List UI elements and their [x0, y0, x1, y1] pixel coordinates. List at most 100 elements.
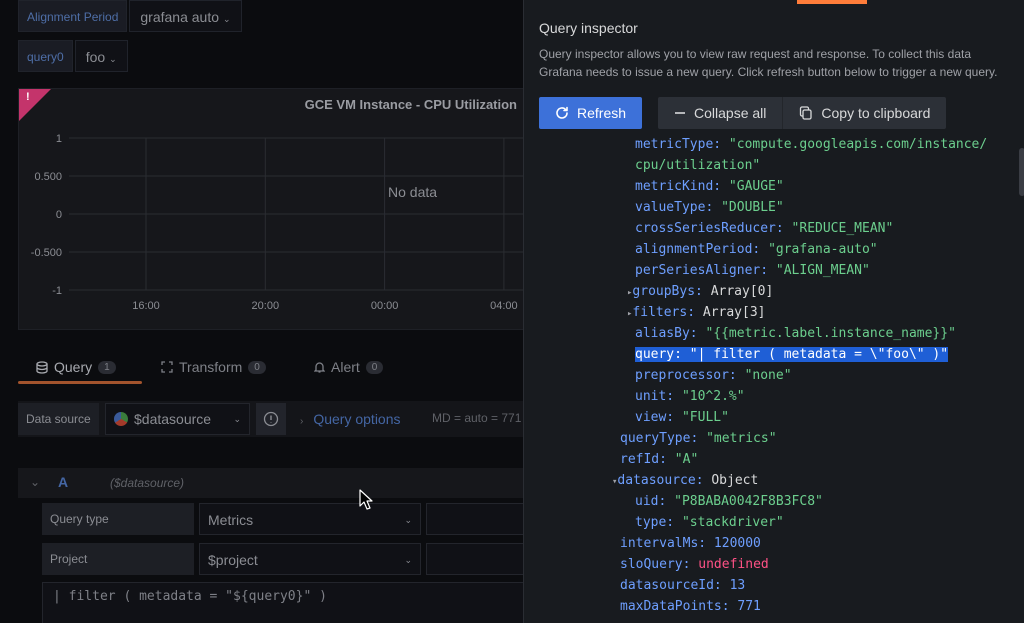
json-key: unit: — [635, 389, 682, 404]
query-row-header[interactable]: ⌄ A ($datasource) — [18, 468, 523, 498]
json-key: query: — [635, 347, 690, 362]
y-tick-label: -0.500 — [31, 247, 62, 259]
dashboard-editor-backdrop: Alignment Period grafana auto ⌄ query0 fo… — [0, 0, 523, 623]
tab-label: Alert — [331, 359, 360, 375]
json-value: "FULL" — [681, 410, 729, 425]
json-key: maxDataPoints: — [620, 599, 738, 614]
chevron-down-icon: ⌄ — [223, 14, 231, 24]
json-value: "| filter ( metadata = \"foo\" )" — [689, 347, 949, 362]
tab-transform[interactable]: Transform 0 — [161, 350, 266, 384]
datasource-row: Data source $datasource ⌄ › Query options… — [18, 401, 523, 437]
bell-icon — [314, 362, 325, 373]
transform-icon — [161, 361, 173, 373]
query-options-toggle[interactable]: › Query options — [300, 403, 401, 435]
json-key: aliasBy: — [635, 326, 706, 341]
copy-to-clipboard-button[interactable]: Copy to clipboard — [783, 97, 947, 129]
query-ref-id[interactable]: A — [58, 474, 68, 490]
json-value: "REDUCE_MEAN" — [791, 221, 894, 236]
tab-count: 0 — [365, 360, 384, 374]
scrollbar-thumb[interactable] — [1019, 148, 1024, 196]
y-tick-label: -1 — [52, 285, 62, 297]
json-key: perSeriesAligner: — [635, 263, 776, 278]
chevron-down-icon: ⌄ — [404, 555, 412, 565]
json-key: queryType: — [620, 431, 707, 446]
tab-count: 0 — [248, 360, 266, 374]
grafana-app: Alignment Period grafana auto ⌄ query0 fo… — [0, 0, 1024, 623]
json-key: metricKind: — [635, 179, 729, 194]
json-value: Object — [711, 473, 759, 488]
datasource-label: Data source — [18, 403, 99, 435]
text-selection: query: "| filter ( metadata = \"foo\" )" — [635, 347, 949, 362]
chevron-down-icon: ⌄ — [233, 413, 241, 424]
json-key: filters: — [632, 305, 703, 320]
panel-preview: ! GCE VM Instance - CPU Utilization 1 0.5… — [18, 88, 523, 330]
query-options-summary: MD = auto = 771 — [432, 411, 522, 425]
field-extra — [426, 543, 523, 575]
mouse-cursor-icon — [359, 489, 373, 510]
json-node: metricKind: "GAUGE" — [635, 176, 784, 197]
json-key: refId: — [620, 452, 675, 467]
json-node: refId: "A" — [620, 449, 698, 470]
variable-value: foo — [85, 49, 106, 65]
json-value: "stackdriver" — [681, 515, 784, 530]
variable-dropdown[interactable]: foo ⌄ — [74, 40, 128, 72]
json-key: view: — [635, 410, 682, 425]
variable-query0: query0 foo ⌄ — [18, 40, 128, 72]
query-datasource-name: ($datasource) — [110, 476, 185, 490]
y-tick-label: 0 — [56, 209, 62, 221]
json-value: 13 — [729, 578, 746, 593]
refresh-icon — [556, 106, 568, 119]
json-node: alignmentPeriod: "grafana-auto" — [635, 239, 878, 260]
variable-value: grafana auto — [140, 9, 220, 25]
json-node: intervalMs: 120000 — [620, 533, 761, 554]
y-tick-label: 1 — [56, 133, 62, 145]
datasource-picker[interactable]: $datasource ⌄ — [105, 403, 250, 435]
datasource-logo-icon — [114, 412, 128, 426]
json-value: "10^2.%" — [681, 389, 745, 404]
mql-code-editor[interactable]: | filter ( metadata = "${query0}" ) — [42, 582, 523, 623]
no-data-message: No data — [388, 184, 438, 200]
variable-label: query0 — [18, 40, 73, 72]
datasource-value: $datasource — [134, 411, 212, 427]
json-key: crossSeriesReducer: — [635, 221, 792, 236]
json-value: 120000 — [713, 536, 761, 551]
active-inspector-tab-indicator — [797, 0, 867, 4]
time-series-chart: 1 0.500 0 -0.500 -1 16:00 20:00 00:00 04:00 — [31, 133, 523, 312]
field-label: Project — [42, 543, 194, 575]
json-node: queryType: "metrics" — [620, 428, 777, 449]
json-value: "P8BABA0042F8B3FC8" — [674, 494, 823, 509]
collapse-all-button[interactable]: Collapse all — [658, 97, 784, 129]
json-value: "grafana-auto" — [768, 242, 878, 257]
json-node[interactable]: ▸filters: Array[3] — [627, 302, 766, 323]
json-key: groupBys: — [632, 284, 711, 299]
json-key: metricType: — [635, 137, 729, 152]
json-node[interactable]: ▾datasource: Object — [612, 470, 758, 491]
json-key: valueType: — [635, 200, 722, 215]
project-select[interactable]: $project ⌄ — [199, 543, 421, 575]
json-value: "metrics" — [706, 431, 777, 446]
query-options-label: Query options — [313, 411, 401, 427]
json-key: intervalMs: — [620, 536, 714, 551]
x-tick-label: 20:00 — [252, 300, 280, 312]
inspector-title: Query inspector — [539, 20, 638, 36]
datasource-help-button[interactable] — [256, 403, 286, 435]
query-type-select[interactable]: Metrics ⌄ — [199, 503, 421, 535]
chevron-down-icon[interactable]: ⌄ — [30, 475, 40, 489]
tab-alert[interactable]: Alert 0 — [314, 350, 384, 384]
collapse-all-label: Collapse all — [694, 105, 767, 121]
variable-label: Alignment Period — [18, 0, 128, 32]
refresh-button[interactable]: Refresh — [539, 97, 643, 129]
json-key: uid: — [635, 494, 675, 509]
question-circle-icon — [263, 411, 279, 427]
refresh-label: Refresh — [577, 105, 627, 121]
json-node[interactable]: ▸groupBys: Array[0] — [627, 281, 773, 302]
json-value: "GAUGE" — [728, 179, 784, 194]
tab-label: Query — [54, 359, 93, 375]
variable-dropdown[interactable]: grafana auto ⌄ — [129, 0, 242, 32]
x-tick-label: 00:00 — [371, 300, 399, 312]
x-tick-label: 16:00 — [132, 300, 160, 312]
json-value: Array[3] — [702, 305, 766, 320]
tab-query[interactable]: Query 1 — [36, 350, 116, 384]
chevron-down-icon: ⌄ — [404, 515, 412, 525]
copy-icon — [800, 106, 813, 120]
